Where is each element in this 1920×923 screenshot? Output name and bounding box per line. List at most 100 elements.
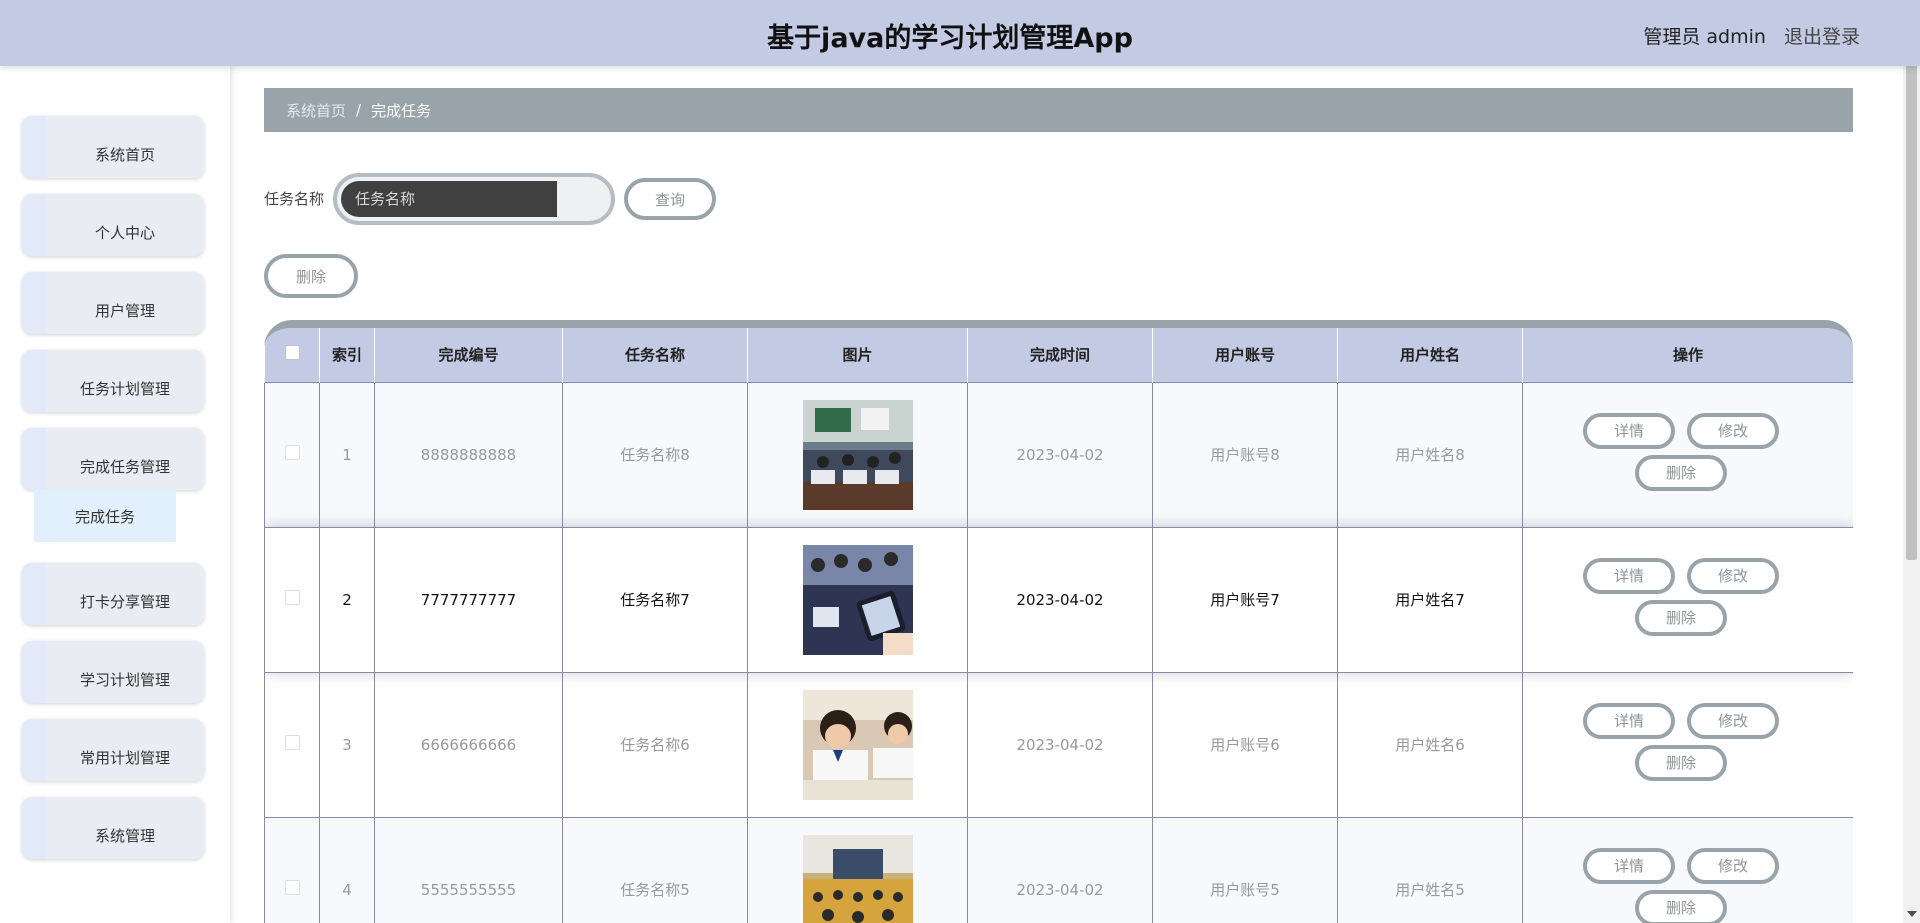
delete-button[interactable]: 删除 — [1635, 599, 1727, 636]
action-group: 详情 修改 删除 — [1523, 818, 1853, 923]
cell-image — [747, 671, 968, 818]
row-checkbox[interactable] — [284, 445, 300, 460]
top-header: 基于java的学习计划管理App 管理员 admin 退出登录 — [0, 0, 1920, 66]
table-row: 2 7777777777 任务名称7 2023-04-02 用户账号7 用户姓名… — [264, 526, 1853, 673]
cell-code: 5555555555 — [374, 816, 563, 923]
kids-writing-photo[interactable] — [802, 689, 913, 800]
scrollbar-thumb[interactable] — [1906, 20, 1917, 560]
data-table: 索引 完成编号 任务名称 图片 完成时间 用户账号 用户姓名 操作 1 8888… — [264, 320, 1853, 923]
sidebar-item-task-plans[interactable]: 任务计划管理 — [22, 350, 204, 412]
scroll-down-arrow-icon[interactable] — [1907, 911, 1917, 917]
cell-name: 用户姓名6 — [1337, 671, 1523, 818]
batch-delete-button[interactable]: 删除 — [264, 254, 358, 298]
cell-task: 任务名称6 — [562, 671, 748, 818]
row-select-cell — [264, 816, 320, 923]
cell-actions: 详情 修改 删除 — [1522, 671, 1853, 818]
cell-index: 1 — [319, 381, 375, 528]
user-area: 管理员 admin 退出登录 — [1643, 22, 1860, 49]
cell-task: 任务名称8 — [562, 381, 748, 528]
sidebar-item-users[interactable]: 用户管理 — [22, 272, 204, 334]
cell-name: 用户姓名7 — [1337, 526, 1523, 673]
delete-button[interactable]: 删除 — [1635, 889, 1727, 923]
cell-code: 6666666666 — [374, 671, 563, 818]
row-checkbox[interactable] — [284, 590, 300, 605]
breadcrumb: 系统首页 / 完成任务 — [264, 88, 1853, 132]
query-button[interactable]: 查询 — [624, 178, 716, 220]
action-group: 详情 修改 删除 — [1523, 528, 1853, 672]
sidebar-item-label: 学习计划管理 — [79, 670, 170, 689]
select-all-cell — [264, 328, 320, 382]
cell-index: 4 — [319, 816, 375, 923]
edit-button[interactable]: 修改 — [1687, 557, 1779, 594]
breadcrumb-home[interactable]: 系统首页 — [286, 100, 346, 121]
cell-time: 2023-04-02 — [967, 816, 1153, 923]
sidebar-item-study-plans[interactable]: 学习计划管理 — [22, 641, 204, 703]
submenu-item-completed-task[interactable]: 完成任务 — [34, 490, 176, 542]
table-row: 4 5555555555 任务名称5 2023-04-02 用户账号5 用户姓名… — [264, 816, 1853, 923]
app-title: 基于java的学习计划管理App — [767, 23, 1133, 54]
sidebar: 系统首页 个人中心 用户管理 任务计划管理 完成任务管理 完成任务 打卡分享管理… — [0, 66, 230, 923]
sidebar-item-common-plans[interactable]: 常用计划管理 — [22, 719, 204, 781]
cell-time: 2023-04-02 — [967, 671, 1153, 818]
cell-index: 2 — [319, 526, 375, 673]
cell-name: 用户姓名5 — [1337, 816, 1523, 923]
cell-task: 任务名称5 — [562, 816, 748, 923]
column-header: 用户账号 — [1152, 328, 1338, 382]
sidebar-item-profile[interactable]: 个人中心 — [22, 194, 204, 256]
column-header: 用户姓名 — [1337, 328, 1523, 382]
cell-actions: 详情 修改 删除 — [1522, 526, 1853, 673]
page-scrollbar[interactable] — [1903, 0, 1920, 923]
user-label: 管理员 admin — [1643, 26, 1766, 48]
sidebar-item-completed-tasks[interactable]: 完成任务管理 — [22, 428, 204, 490]
edit-button[interactable]: 修改 — [1687, 702, 1779, 739]
column-header: 图片 — [747, 328, 968, 382]
column-header: 完成编号 — [374, 328, 563, 382]
table-row: 3 6666666666 任务名称6 2023-04-02 用户账号6 用户姓名… — [264, 671, 1853, 818]
cell-time: 2023-04-02 — [967, 526, 1153, 673]
classroom-photo[interactable] — [802, 399, 913, 510]
delete-button[interactable]: 删除 — [1635, 744, 1727, 781]
sidebar-item-checkin-share[interactable]: 打卡分享管理 — [22, 563, 204, 625]
sidebar-item-label: 常用计划管理 — [79, 748, 170, 767]
detail-button[interactable]: 详情 — [1583, 557, 1675, 594]
cell-task: 任务名称7 — [562, 526, 748, 673]
students-tablet-photo[interactable] — [802, 544, 913, 655]
action-group: 详情 修改 删除 — [1523, 673, 1853, 817]
search-input[interactable] — [341, 181, 557, 217]
logout-link[interactable]: 退出登录 — [1784, 26, 1860, 48]
cell-actions: 详情 修改 删除 — [1522, 381, 1853, 528]
cell-name: 用户姓名8 — [1337, 381, 1523, 528]
row-checkbox[interactable] — [284, 880, 300, 895]
cell-account: 用户账号5 — [1152, 816, 1338, 923]
column-header: 完成时间 — [967, 328, 1153, 382]
detail-button[interactable]: 详情 — [1583, 412, 1675, 449]
lecture-hall-photo[interactable] — [802, 834, 913, 923]
sidebar-item-label: 任务计划管理 — [79, 379, 170, 398]
detail-button[interactable]: 详情 — [1583, 702, 1675, 739]
cell-index: 3 — [319, 671, 375, 818]
row-checkbox[interactable] — [284, 735, 300, 750]
cell-account: 用户账号7 — [1152, 526, 1338, 673]
cell-image — [747, 526, 968, 673]
sidebar-item-label: 系统首页 — [94, 145, 155, 164]
table-row: 1 8888888888 任务名称8 2023-04-02 用户账号8 用户姓名… — [264, 381, 1853, 528]
search-label: 任务名称 — [264, 190, 325, 208]
sidebar-item-home[interactable]: 系统首页 — [22, 116, 204, 178]
sidebar-item-label: 完成任务管理 — [79, 457, 170, 476]
edit-button[interactable]: 修改 — [1687, 847, 1779, 884]
cell-code: 8888888888 — [374, 381, 563, 528]
detail-button[interactable]: 详情 — [1583, 847, 1675, 884]
sidebar-item-label: 打卡分享管理 — [79, 592, 170, 611]
row-select-cell — [264, 671, 320, 818]
cell-code: 7777777777 — [374, 526, 563, 673]
cell-account: 用户账号6 — [1152, 671, 1338, 818]
sidebar-item-system[interactable]: 系统管理 — [22, 797, 204, 859]
row-select-cell — [264, 381, 320, 528]
select-all-checkbox[interactable] — [284, 345, 300, 361]
breadcrumb-current: 完成任务 — [371, 101, 432, 120]
delete-button[interactable]: 删除 — [1635, 454, 1727, 491]
edit-button[interactable]: 修改 — [1687, 412, 1779, 449]
sidebar-item-label: 个人中心 — [94, 223, 155, 242]
search-field-wrapper — [333, 173, 615, 225]
column-header: 操作 — [1522, 328, 1853, 382]
